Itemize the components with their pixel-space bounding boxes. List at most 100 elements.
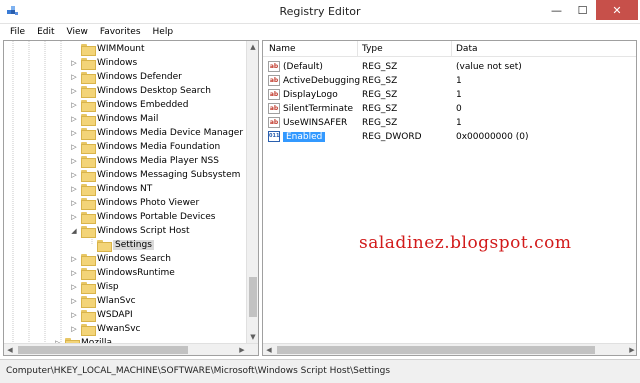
tree-expander[interactable]: ▷ (70, 213, 78, 221)
tree-horizontal-scrollbar[interactable]: ◀ ▶ (4, 343, 258, 355)
tree-expander[interactable]: ◢ (70, 227, 78, 235)
tree-expander[interactable]: ▷ (70, 311, 78, 319)
value-data: 0 (456, 104, 462, 114)
value-row[interactable]: ab ActiveDebugging REG_SZ 1 (263, 74, 636, 88)
tree-expander[interactable]: ▷ (70, 325, 78, 333)
tree-expander[interactable]: ▷ (70, 297, 78, 305)
value-row-selected[interactable]: 011 Enabled REG_DWORD 0x00000000 (0) (263, 130, 636, 144)
tree-expander[interactable]: ▷ (70, 199, 78, 207)
string-value-icon: ab (268, 103, 280, 114)
tree-expander[interactable]: ▷ (70, 185, 78, 193)
value-row[interactable]: ab (Default) REG_SZ (value not set) (263, 60, 636, 74)
menu-favorites[interactable]: Favorites (94, 27, 147, 37)
tree-item[interactable]: ▷ Wisp (70, 280, 119, 294)
value-data: 1 (456, 118, 462, 128)
scroll-down-arrow-icon[interactable]: ▼ (247, 331, 258, 343)
registry-values-pane[interactable]: Name Type Data ab (Default) REG_SZ (valu… (262, 40, 637, 356)
menu-file[interactable]: File (4, 27, 31, 37)
tree-item-label: Windows (97, 58, 138, 68)
value-row[interactable]: ab DisplayLogo REG_SZ 1 (263, 88, 636, 102)
values-horizontal-scrollbar[interactable]: ◀ ▶ (263, 343, 636, 355)
tree-expander[interactable]: ▷ (70, 143, 78, 151)
folder-icon (81, 156, 96, 168)
tree-item[interactable]: ▷ WlanSvc (70, 294, 136, 308)
value-name: SilentTerminate (283, 104, 354, 114)
tree-expander[interactable]: ▷ (70, 157, 78, 165)
scroll-left-arrow-icon[interactable]: ◀ (4, 344, 16, 355)
scroll-right-arrow-icon[interactable]: ▶ (236, 344, 248, 355)
menu-view[interactable]: View (61, 27, 94, 37)
tree-vertical-scrollbar[interactable]: ▲ ▼ (246, 41, 258, 343)
menu-edit[interactable]: Edit (31, 27, 60, 37)
tree-expander[interactable]: ▷ (70, 269, 78, 277)
dword-value-icon: 011 (268, 131, 280, 142)
tree-item[interactable]: ▷ Windows Portable Devices (70, 210, 215, 224)
tree-item-selected[interactable]: Settings (86, 238, 154, 252)
close-button[interactable]: ✕ (596, 0, 638, 20)
folder-icon (81, 114, 96, 126)
tree-item-label: Windows Search (97, 254, 171, 264)
tree-item[interactable]: ▷ Windows Search (70, 252, 171, 266)
tree-expander[interactable]: ▷ (70, 87, 78, 95)
string-value-icon: ab (268, 61, 280, 72)
folder-icon (81, 170, 96, 182)
tree-item[interactable]: WIMMount (70, 42, 145, 56)
tree-item[interactable]: ▷ Windows Defender (70, 70, 182, 84)
maximize-button[interactable]: ☐ (570, 0, 595, 20)
tree-expander[interactable]: ▷ (70, 129, 78, 137)
tree-item-label: Windows NT (97, 184, 153, 194)
tree-item-label: Windows Media Player NSS (97, 156, 219, 166)
value-data: 1 (456, 90, 462, 100)
tree-item[interactable]: ◢ Windows Script Host (70, 224, 190, 238)
value-type: REG_DWORD (362, 132, 422, 142)
tree-item[interactable]: ▷ Windows Messaging Subsystem (70, 168, 240, 182)
tree-item[interactable]: ▷ WSDAPI (70, 308, 133, 322)
tree-item[interactable]: ▷ Windows Media Device Manager (70, 126, 243, 140)
folder-icon (81, 128, 96, 140)
value-row[interactable]: ab SilentTerminate REG_SZ 0 (263, 102, 636, 116)
value-name[interactable]: Enabled (283, 132, 326, 142)
tree-item[interactable]: ▷ WindowsRuntime (70, 266, 175, 280)
tree-item[interactable]: ▷ WwanSvc (70, 322, 140, 336)
scroll-right-arrow-icon[interactable]: ▶ (626, 344, 636, 355)
folder-icon (81, 58, 96, 70)
scroll-thumb[interactable] (249, 277, 257, 317)
scroll-thumb[interactable] (277, 346, 595, 354)
column-header-type[interactable]: Type (362, 44, 383, 54)
tree-expander[interactable]: ▷ (70, 59, 78, 67)
menu-help[interactable]: Help (147, 27, 180, 37)
folder-open-icon (81, 226, 96, 238)
column-header-data[interactable]: Data (456, 44, 478, 54)
value-type: REG_SZ (362, 90, 398, 100)
tree-item[interactable]: ▷ Windows NT (70, 182, 152, 196)
scroll-thumb[interactable] (18, 346, 188, 354)
folder-icon (81, 198, 96, 210)
registry-tree-pane[interactable]: WIMMount ▷ Windows ▷ Windows Defender ▷ Win… (3, 40, 259, 356)
tree-expander[interactable]: ▷ (70, 255, 78, 263)
tree-item[interactable]: ▷ Windows Photo Viewer (70, 196, 199, 210)
tree-item-label: Windows Photo Viewer (97, 198, 200, 208)
minimize-button[interactable]: — (544, 0, 569, 20)
tree-item[interactable]: ▷ Windows Embedded (70, 98, 188, 112)
value-name: (Default) (283, 62, 323, 72)
folder-icon (81, 296, 96, 308)
tree-expander[interactable]: ▷ (70, 283, 78, 291)
value-name: UseWINSAFER (283, 118, 348, 128)
tree-item[interactable]: ▷ Windows Media Foundation (70, 140, 220, 154)
tree-expander[interactable]: ▷ (70, 115, 78, 123)
column-divider[interactable] (357, 41, 358, 57)
tree-expander[interactable]: ▷ (70, 171, 78, 179)
tree-expander[interactable]: ▷ (70, 101, 78, 109)
scroll-left-arrow-icon[interactable]: ◀ (263, 344, 275, 355)
scroll-up-arrow-icon[interactable]: ▲ (247, 41, 258, 53)
tree-item[interactable]: ▷ Windows Media Player NSS (70, 154, 219, 168)
tree-expander[interactable]: ▷ (70, 73, 78, 81)
tree-item[interactable]: ▷ Windows (70, 56, 137, 70)
tree-item-label: Windows Messaging Subsystem (97, 170, 241, 180)
tree-item[interactable]: ▷ Windows Mail (70, 112, 158, 126)
value-row[interactable]: ab UseWINSAFER REG_SZ 1 (263, 116, 636, 130)
column-divider[interactable] (451, 41, 452, 57)
tree-item[interactable]: ▷ Windows Desktop Search (70, 84, 211, 98)
string-value-icon: ab (268, 117, 280, 128)
column-header-name[interactable]: Name (269, 44, 296, 54)
